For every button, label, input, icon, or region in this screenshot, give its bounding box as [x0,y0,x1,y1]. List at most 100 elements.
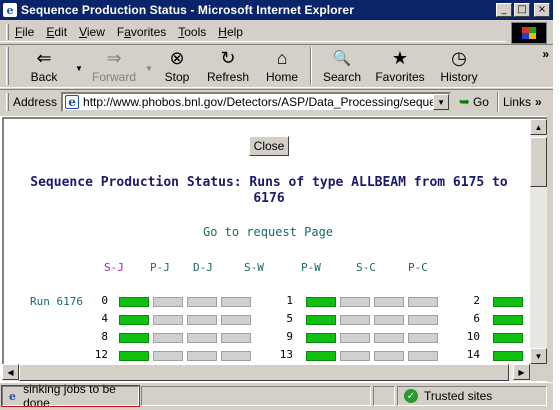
stop-icon: ⊗ [169,47,185,68]
status-bar: e sinking jobs to be done ✓ Trusted site… [0,382,553,410]
status-cell-done[interactable] [119,333,149,343]
page-heading: Sequence Production Status: Runs of type… [30,175,508,206]
run-label[interactable]: Run 6176 [30,295,83,308]
menu-favorites[interactable]: Favorites [117,25,166,39]
toolbar-separator [310,47,312,85]
page-close-button[interactable]: Close [249,136,289,156]
menu-help[interactable]: Help [218,25,243,39]
search-button[interactable]: 🔍 Search [315,45,369,87]
refresh-button[interactable]: ↻ Refresh [199,45,257,87]
address-label: Address [13,95,58,109]
status-cell-pending[interactable] [153,333,183,343]
status-cell-pending[interactable] [221,297,251,307]
status-cell-done[interactable] [306,333,336,343]
page-icon: e [65,95,80,109]
address-url[interactable]: http://www.phobos.bnl.gov/Detectors/ASP/… [83,95,433,109]
history-button[interactable]: ◷ History [431,45,487,87]
links-chevron[interactable]: » [535,95,542,109]
status-cell-pending[interactable] [340,315,370,325]
status-cell-pending[interactable] [153,315,183,325]
sequence-number: 9 [286,330,293,343]
scroll-right-button[interactable]: ▶ [513,364,530,380]
back-dropdown-arrow[interactable]: ▼ [73,45,85,87]
status-cell-pending[interactable] [408,351,438,361]
column-header-s-w: S-W [244,261,264,274]
menu-tools[interactable]: Tools [178,25,206,39]
scrollbar-corner [530,364,547,381]
scroll-up-button[interactable]: ▲ [530,119,547,135]
status-cell-done[interactable] [119,315,149,325]
history-icon: ◷ [451,47,467,68]
status-cell-done[interactable] [306,297,336,307]
sequence-number: 13 [279,348,293,361]
minimize-button[interactable]: _ [496,3,512,17]
status-cell-done[interactable] [493,297,523,307]
status-cell-pending[interactable] [408,333,438,343]
status-cell-pending[interactable] [374,315,404,325]
vertical-scrollbar[interactable]: ▲ ▼ [530,117,547,364]
status-cell-done[interactable] [306,315,336,325]
refresh-icon: ↻ [220,47,236,68]
address-input[interactable]: e http://www.phobos.bnl.gov/Detectors/AS… [61,92,452,112]
stop-button[interactable]: ⊗ Stop [155,45,199,87]
toolbar-grip[interactable] [6,47,9,85]
status-cell-done[interactable] [306,351,336,361]
address-dropdown-button[interactable]: ▼ [433,94,450,110]
security-zone-pane[interactable]: ✓ Trusted sites [397,386,547,406]
status-cell-pending[interactable] [340,297,370,307]
status-cell-pending[interactable] [187,351,217,361]
close-window-button[interactable]: × [534,3,550,17]
links-button[interactable]: Links [503,95,531,109]
forward-button[interactable]: ⇒ Forward [85,45,143,87]
status-cell-pending[interactable] [374,297,404,307]
status-cell-pending[interactable] [374,333,404,343]
trusted-check-icon: ✓ [404,389,418,403]
forward-dropdown-arrow[interactable]: ▼ [143,45,155,87]
menu-bar: File Edit View Favorites Tools Help [0,22,506,42]
search-icon: 🔍 [332,50,352,67]
status-cell-pending[interactable] [340,351,370,361]
back-button[interactable]: ⇐ Back [15,45,73,87]
status-cell-pending[interactable] [187,315,217,325]
sequence-number: 8 [101,330,108,343]
column-header-d-j: D-J [193,261,213,274]
toolbar-chevron[interactable]: » [542,47,549,61]
menu-file[interactable]: File [15,25,34,39]
addressbar-grip[interactable] [6,93,9,111]
menu-view[interactable]: View [79,25,105,39]
security-zone-label: Trusted sites [424,389,493,403]
status-cell-pending[interactable] [221,351,251,361]
vertical-scroll-thumb[interactable] [530,137,547,187]
status-cell-done[interactable] [493,315,523,325]
desktop-edge [553,0,560,410]
horizontal-scroll-thumb[interactable] [19,364,509,381]
back-arrow-icon: ⇐ [36,47,52,68]
status-cell-pending[interactable] [187,333,217,343]
status-cell-pending[interactable] [187,297,217,307]
scroll-left-button[interactable]: ◀ [2,364,19,380]
home-button[interactable]: ⌂ Home [257,45,307,87]
status-cell-pending[interactable] [408,297,438,307]
standard-toolbar: ⇐ Back ▼ ⇒ Forward ▼ ⊗ Stop ↻ Refresh ⌂ … [0,44,553,88]
status-cell-done[interactable] [493,351,523,361]
request-page-link[interactable]: Go to request Page [4,225,530,239]
status-cell-pending[interactable] [221,315,251,325]
horizontal-scrollbar[interactable]: ◀ ▶ [2,364,530,381]
status-cell-pending[interactable] [153,351,183,361]
status-cell-pending[interactable] [374,351,404,361]
status-cell-done[interactable] [493,333,523,343]
status-cell-pending[interactable] [408,315,438,325]
status-cell-pending[interactable] [340,333,370,343]
scroll-down-button[interactable]: ▼ [530,348,547,364]
status-cell-done[interactable] [119,351,149,361]
status-cell-pending[interactable] [221,333,251,343]
status-cell-pending[interactable] [153,297,183,307]
favorites-button[interactable]: ★ Favorites [369,45,431,87]
window-title: Sequence Production Status - Microsoft I… [21,3,354,17]
status-cell-done[interactable] [119,297,149,307]
menu-edit[interactable]: Edit [46,25,67,39]
status-security-pane [373,386,395,406]
menubar-grip[interactable] [6,23,9,40]
maximize-button[interactable]: □ [514,3,530,17]
go-button[interactable]: ➥ Go [459,94,489,110]
